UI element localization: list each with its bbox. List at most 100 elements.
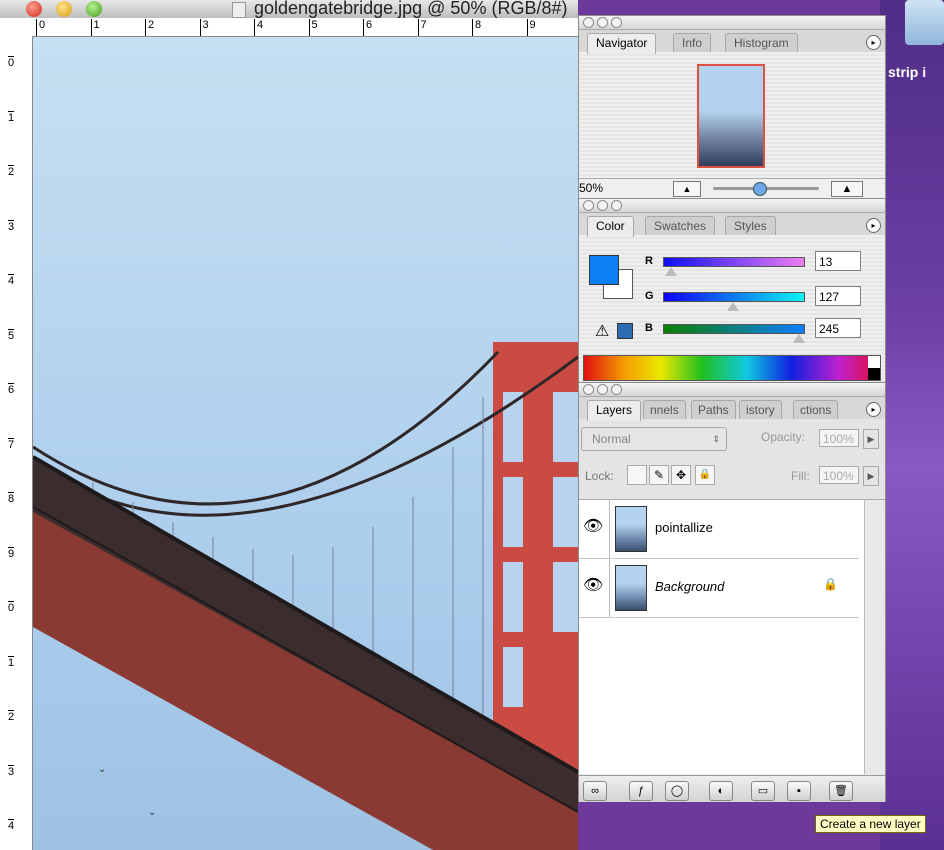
- r-slider-thumb[interactable]: [665, 267, 677, 276]
- horizontal-ruler[interactable]: 01234567891: [0, 18, 578, 37]
- b-value-field[interactable]: 245: [815, 318, 861, 338]
- document-file-icon: [232, 2, 246, 18]
- zoom-icon[interactable]: [611, 17, 622, 28]
- g-value-field[interactable]: 127: [815, 286, 861, 306]
- blend-mode-dropdown[interactable]: Normal ⇕: [581, 427, 727, 451]
- layers-palette: Layers nnels Paths istory ctions ▸ Norma…: [578, 382, 886, 802]
- ruler-label: 1: [90, 19, 100, 36]
- layer-row[interactable]: 👁 pointallize: [579, 500, 859, 559]
- tab-navigator[interactable]: Navigator: [587, 33, 657, 54]
- r-label: R: [645, 255, 653, 267]
- ruler-label: 6: [8, 383, 15, 396]
- palette-menu-icon[interactable]: ▸: [866, 35, 881, 50]
- new-group-icon[interactable]: ▭: [751, 781, 775, 801]
- tab-color[interactable]: Color: [587, 216, 634, 237]
- desktop-icon-label[interactable]: strip i: [888, 64, 926, 80]
- layer-mask-icon[interactable]: ◯: [665, 781, 689, 801]
- eye-icon[interactable]: 👁: [583, 575, 605, 599]
- tab-paths[interactable]: Paths: [691, 400, 736, 420]
- minimize-button[interactable]: [56, 1, 72, 17]
- image-canvas[interactable]: ⌄ ⌄: [33, 37, 578, 850]
- bridge-photo: ⌄ ⌄: [33, 342, 578, 850]
- g-slider[interactable]: [663, 292, 805, 302]
- minimize-icon[interactable]: [597, 384, 608, 395]
- zoom-icon[interactable]: [611, 200, 622, 211]
- lock-move-icon[interactable]: ✥: [671, 465, 691, 485]
- svg-text:⌄: ⌄: [148, 807, 156, 818]
- lock-icon: 🔒: [823, 577, 838, 591]
- zoom-icon[interactable]: [611, 384, 622, 395]
- tab-styles[interactable]: Styles: [725, 216, 776, 236]
- document-titlebar[interactable]: goldengatebridge.jpg @ 50% (RGB/8#): [0, 0, 578, 18]
- adjustment-layer-icon[interactable]: ◐: [709, 781, 733, 801]
- opacity-field[interactable]: 100%: [819, 429, 859, 447]
- link-layers-icon[interactable]: ∞: [583, 781, 607, 801]
- new-layer-icon[interactable]: ▪: [787, 781, 811, 801]
- eye-icon[interactable]: 👁: [583, 516, 605, 540]
- tab-info[interactable]: Info: [673, 33, 712, 53]
- close-icon[interactable]: [583, 384, 594, 395]
- zoom-button[interactable]: [86, 1, 102, 17]
- opacity-arrow-icon[interactable]: ▶: [863, 429, 879, 449]
- ruler-label: 5: [8, 328, 15, 342]
- lock-paint-icon[interactable]: ✎: [649, 465, 669, 485]
- desktop-file-icon[interactable]: [905, 0, 944, 45]
- r-value-field[interactable]: 13: [815, 251, 861, 271]
- tab-actions[interactable]: ctions: [793, 400, 839, 420]
- minimize-icon[interactable]: [597, 200, 608, 211]
- b-label: B: [645, 322, 653, 334]
- navigator-preview-area: [579, 52, 885, 178]
- ruler-label: 3: [8, 219, 15, 233]
- foreground-color-swatch[interactable]: [589, 255, 619, 285]
- vertical-ruler[interactable]: 0 1 2 3 4 5 6 7 8 9 0 1 2 3 4: [0, 36, 33, 850]
- ruler-label: 2: [8, 710, 15, 723]
- navigator-tabs: Navigator Info Histogram ▸: [579, 30, 885, 54]
- trash-icon[interactable]: 🗑: [829, 781, 853, 801]
- ruler-label: 9: [8, 546, 15, 560]
- layer-name[interactable]: pointallize: [655, 520, 713, 535]
- r-slider[interactable]: [663, 257, 805, 267]
- gamut-warning-icon[interactable]: ⚠: [595, 321, 609, 341]
- ruler-label: 7: [8, 437, 15, 451]
- tab-histogram[interactable]: Histogram: [725, 33, 798, 53]
- b-slider-thumb[interactable]: [793, 334, 805, 343]
- navigator-thumbnail[interactable]: [697, 64, 765, 168]
- navigator-zoom-value[interactable]: 50%: [579, 181, 603, 195]
- palette-menu-icon[interactable]: ▸: [866, 402, 881, 417]
- tab-history[interactable]: istory: [739, 400, 782, 420]
- g-slider-thumb[interactable]: [727, 302, 739, 311]
- gamut-swatch[interactable]: [617, 323, 633, 339]
- fill-arrow-icon[interactable]: ▶: [863, 466, 879, 486]
- opacity-label: Opacity:: [761, 430, 806, 444]
- color-spectrum-bar[interactable]: [583, 355, 881, 381]
- palette-menu-icon[interactable]: ▸: [866, 218, 881, 233]
- b-slider[interactable]: [663, 324, 805, 334]
- zoom-in-button[interactable]: ▲: [831, 181, 863, 197]
- layer-row[interactable]: 👁 Background 🔒: [579, 559, 859, 618]
- tab-swatches[interactable]: Swatches: [645, 216, 716, 236]
- lock-all-icon[interactable]: 🔒: [695, 465, 715, 485]
- zoom-slider-thumb[interactable]: [753, 182, 767, 196]
- tab-channels[interactable]: nnels: [643, 400, 686, 420]
- minimize-icon[interactable]: [597, 17, 608, 28]
- close-button[interactable]: [26, 1, 42, 17]
- color-palette-titlebar[interactable]: [579, 199, 885, 213]
- layer-thumbnail: [615, 506, 647, 552]
- lock-transparent-icon[interactable]: [627, 465, 647, 485]
- layers-bottom-bar: ∞ ƒ ◯ ◐ ▭ ▪ 🗑: [579, 775, 885, 802]
- ruler-label: 0: [8, 601, 15, 614]
- ruler-label: 5: [308, 19, 318, 36]
- zoom-out-button[interactable]: ▲: [673, 181, 701, 197]
- layer-style-icon[interactable]: ƒ: [629, 781, 653, 801]
- navigator-palette-titlebar[interactable]: [579, 16, 885, 30]
- layer-thumbnail: [615, 565, 647, 611]
- layer-name[interactable]: Background: [655, 579, 724, 594]
- close-icon[interactable]: [583, 200, 594, 211]
- fill-field[interactable]: 100%: [819, 466, 859, 484]
- layers-palette-titlebar[interactable]: [579, 383, 885, 397]
- ruler-label: 6: [363, 19, 372, 36]
- document-window: goldengatebridge.jpg @ 50% (RGB/8#) 0 1 2 3…: [0, 0, 578, 850]
- close-icon[interactable]: [583, 17, 594, 28]
- layers-scrollbar[interactable]: [864, 500, 885, 774]
- tab-layers[interactable]: Layers: [587, 400, 642, 421]
